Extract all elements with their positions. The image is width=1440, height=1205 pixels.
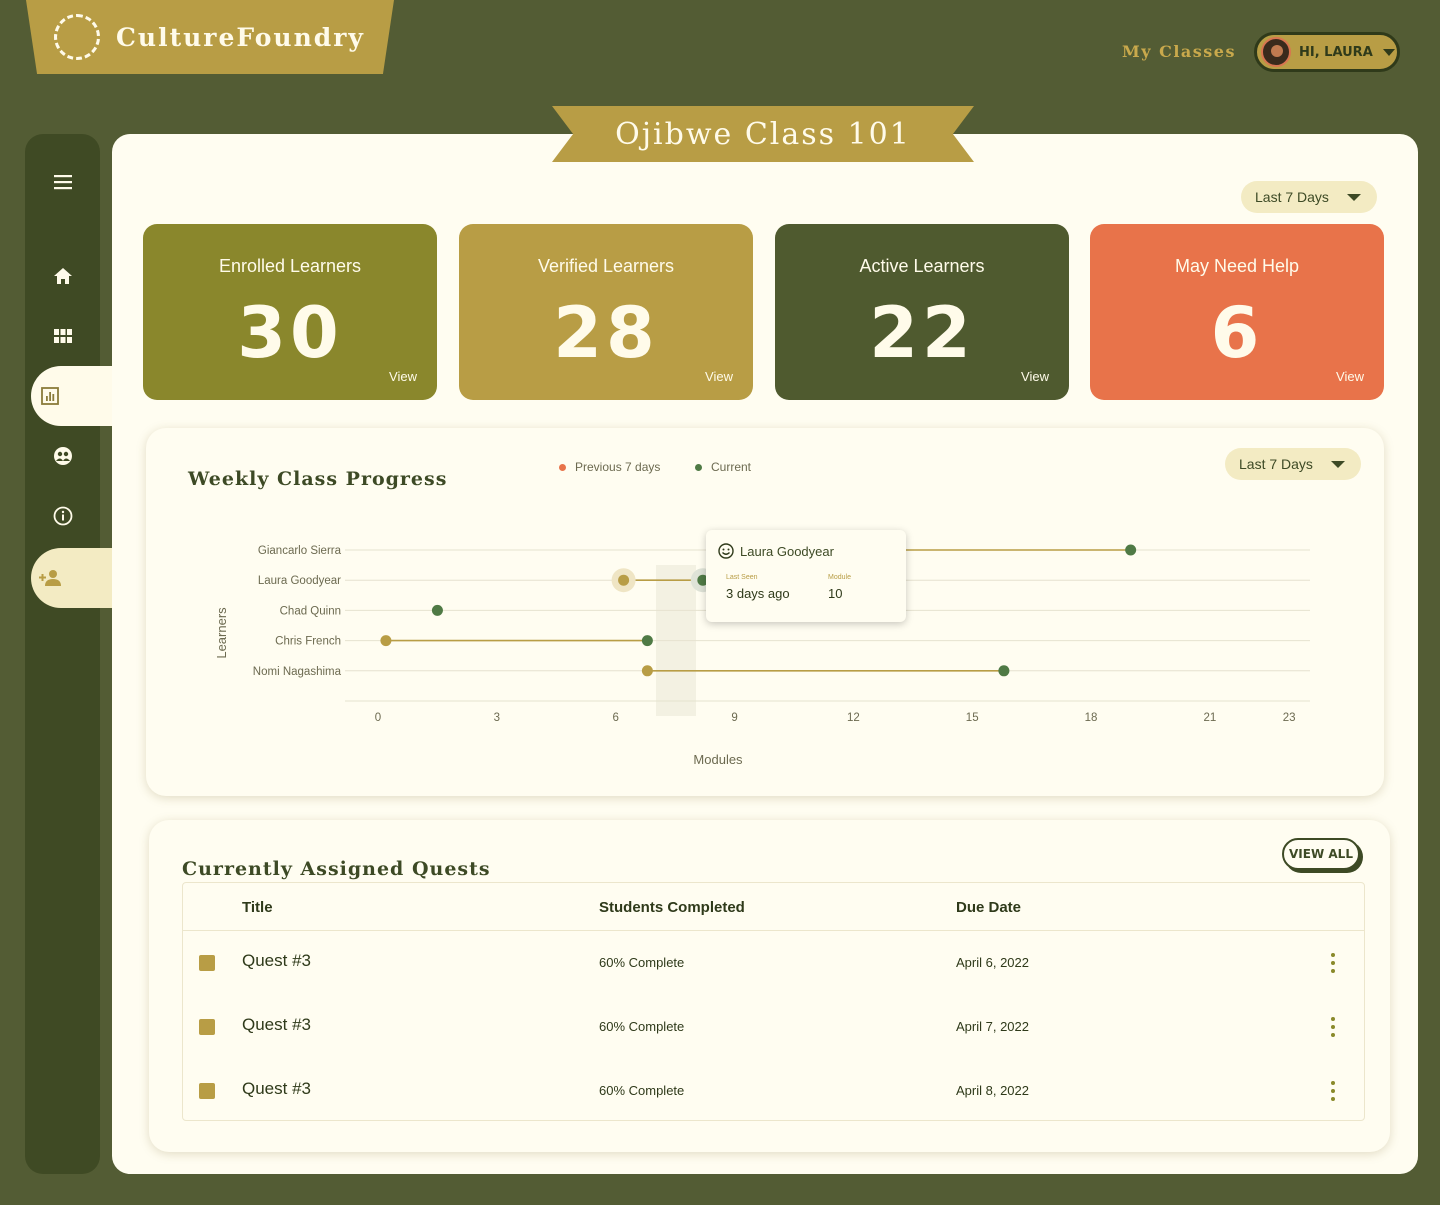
quest-completed: 60% Complete	[599, 955, 685, 970]
stat-value: 30	[237, 292, 343, 374]
table-row[interactable]: Quest #3 60% Complete April 6, 2022	[183, 931, 1364, 995]
logo-text: CultureFoundry	[116, 22, 365, 52]
stat-view-link[interactable]: View	[389, 369, 417, 384]
legend-label: Current	[711, 460, 752, 474]
sidebar-item-info[interactable]	[25, 496, 100, 536]
weekly-progress-title: Weekly Class Progress	[188, 468, 448, 490]
stat-value: 22	[869, 292, 975, 374]
more-options-icon[interactable]	[1329, 953, 1337, 973]
quest-square-icon	[199, 1019, 215, 1035]
group-icon	[53, 447, 72, 465]
class-title-banner: Ojibwe Class 101	[552, 106, 974, 162]
stat-card-active: Active Learners 22 View	[775, 224, 1069, 400]
date-filter-label: Last 7 Days	[1255, 189, 1329, 205]
quest-completed: 60% Complete	[599, 1083, 685, 1098]
stat-label: May Need Help	[1174, 256, 1300, 276]
quest-title: Quest #3	[242, 1079, 311, 1098]
more-options-icon[interactable]	[1329, 1081, 1337, 1101]
table-row[interactable]: Quest #3 60% Complete April 7, 2022	[183, 995, 1364, 1059]
stat-card-verified: Verified Learners 28 View	[459, 224, 753, 400]
info-icon	[53, 506, 72, 526]
add-user-icon	[39, 570, 61, 586]
stat-view-link[interactable]: View	[705, 369, 733, 384]
sidebar-item-analytics[interactable]	[31, 366, 113, 426]
stat-card-enrolled: Enrolled Learners 30 View	[143, 224, 437, 400]
quest-completed: 60% Complete	[599, 1019, 685, 1034]
column-header-title: Title	[242, 899, 273, 916]
chevron-down-icon	[1330, 460, 1345, 468]
column-header-completed: Students Completed	[599, 899, 745, 916]
quest-due-date: April 8, 2022	[956, 1083, 1029, 1098]
sidebar	[25, 134, 100, 1174]
quest-square-icon	[199, 955, 215, 971]
sidebar-item-add-learner[interactable]	[31, 548, 113, 608]
quest-due-date: April 7, 2022	[956, 1019, 1029, 1034]
sidebar-item-community[interactable]	[25, 436, 100, 476]
tooltip-module-value: 10	[828, 586, 843, 601]
menu-icon	[53, 175, 72, 190]
sidebar-item-dashboard[interactable]	[25, 316, 100, 356]
table-row[interactable]: Quest #3 60% Complete April 8, 2022	[183, 1059, 1364, 1123]
stat-label: Active Learners	[859, 256, 985, 276]
quest-title: Quest #3	[242, 1015, 311, 1034]
smiley-icon	[718, 543, 734, 559]
date-filter-dropdown[interactable]: Last 7 Days	[1241, 181, 1377, 213]
tooltip-learner-name: Laura Goodyear	[740, 544, 834, 559]
stat-view-link[interactable]: View	[1021, 369, 1049, 384]
legend-current: Current	[695, 460, 751, 474]
quest-due-date: April 6, 2022	[956, 955, 1029, 970]
logo[interactable]: CultureFoundry	[26, 0, 394, 74]
more-options-icon[interactable]	[1329, 1017, 1337, 1037]
quest-square-icon	[199, 1083, 215, 1099]
stat-view-link[interactable]: View	[1336, 369, 1364, 384]
sidebar-item-home[interactable]	[25, 256, 100, 296]
stat-card-may-need-help: May Need Help 6 View	[1090, 224, 1384, 400]
legend-label: Previous 7 days	[575, 460, 661, 474]
tooltip-module-label: Module	[828, 574, 851, 581]
learner-tooltip: Laura Goodyear Last Seen 3 days ago Modu…	[706, 530, 906, 622]
legend-dot	[695, 463, 702, 471]
page-title: Ojibwe Class 101	[615, 116, 911, 152]
stat-label: Enrolled Learners	[218, 256, 362, 276]
stat-value: 28	[553, 292, 659, 374]
avatar	[1261, 37, 1291, 67]
user-menu-button[interactable]: HI, LAURA	[1254, 32, 1400, 72]
tooltip-last-seen-value: 3 days ago	[726, 586, 790, 601]
quests-title: Currently Assigned Quests	[182, 858, 491, 880]
my-classes-link[interactable]: My Classes	[1122, 42, 1236, 61]
chevron-down-icon	[1382, 48, 1395, 56]
chart-icon	[41, 387, 59, 405]
tooltip-last-seen-label: Last Seen	[726, 574, 758, 581]
chevron-down-icon	[1346, 193, 1361, 201]
grid-icon	[53, 329, 72, 343]
quests-table: Title Students Completed Due Date Quest …	[182, 882, 1365, 1121]
progress-date-filter-dropdown[interactable]: Last 7 Days	[1225, 448, 1361, 480]
stat-value: 6	[1210, 292, 1264, 374]
date-filter-label: Last 7 Days	[1239, 456, 1313, 472]
quest-title: Quest #3	[242, 951, 311, 970]
user-greeting: HI, LAURA	[1299, 44, 1373, 60]
column-header-due: Due Date	[956, 899, 1022, 916]
legend-dot	[559, 463, 566, 471]
logo-ring-icon	[54, 14, 100, 60]
stat-label: Verified Learners	[537, 256, 675, 276]
legend-previous: Previous 7 days	[559, 460, 660, 474]
view-all-button[interactable]: VIEW ALL	[1282, 838, 1360, 870]
home-icon	[53, 268, 72, 284]
sidebar-item-menu[interactable]	[25, 162, 100, 202]
